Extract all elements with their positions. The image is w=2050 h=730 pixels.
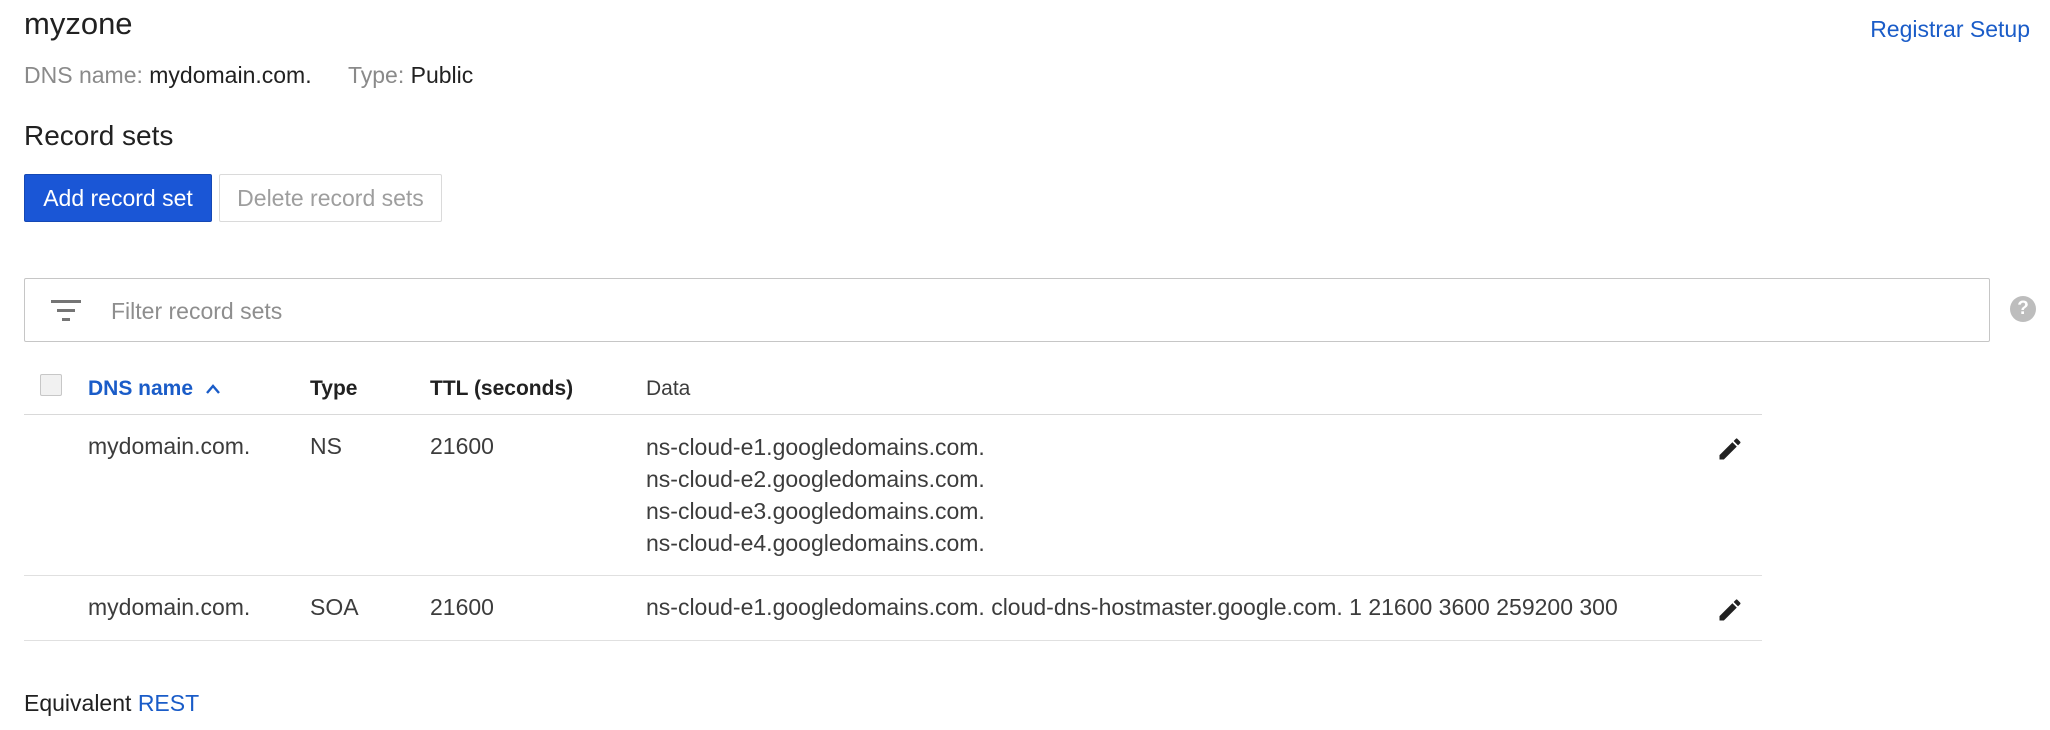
delete-record-sets-button[interactable]: Delete record sets [219, 174, 442, 222]
table-header: DNS name Type TTL (seconds) Data [24, 362, 1762, 415]
type-value: Public [410, 62, 474, 88]
cell-dns-name: mydomain.com. [88, 594, 251, 620]
cell-data: ns-cloud-e1.googledomains.com. ns-cloud-… [646, 431, 985, 559]
filter-list-icon [51, 300, 81, 321]
filter-input[interactable] [109, 289, 1913, 333]
edit-pencil-icon[interactable] [1716, 596, 1744, 624]
filter-bar[interactable] [24, 278, 1990, 342]
select-all-checkbox[interactable] [40, 374, 62, 396]
cell-ttl: 21600 [430, 433, 494, 459]
data-line: ns-cloud-e2.googledomains.com. [646, 466, 985, 492]
type-label: Type: [347, 62, 405, 88]
footer-prefix: Equivalent [24, 690, 132, 716]
cell-data: ns-cloud-e1.googledomains.com. cloud-dns… [646, 594, 1618, 620]
cell-dns-name: mydomain.com. [88, 433, 251, 459]
zone-meta: DNS name: mydomain.com. Type: Public [24, 62, 473, 89]
record-sets-heading: Record sets [24, 120, 174, 151]
sort-ascending-icon [205, 384, 220, 395]
data-line: ns-cloud-e1.googledomains.com. [646, 434, 985, 460]
cell-type: NS [310, 433, 342, 459]
column-header-data: Data [646, 377, 691, 400]
registrar-setup-link[interactable]: Registrar Setup [1870, 16, 2030, 43]
table-row[interactable]: mydomain.com. SOA 21600 ns-cloud-e1.goog… [24, 576, 1762, 641]
column-header-dns-name-label: DNS name [88, 377, 194, 400]
record-sets-table: DNS name Type TTL (seconds) Data mydomai… [24, 362, 1762, 641]
column-header-ttl[interactable]: TTL (seconds) [430, 377, 573, 401]
column-header-dns-name[interactable]: DNS name [88, 377, 221, 401]
add-record-set-button[interactable]: Add record set [24, 174, 212, 222]
edit-pencil-icon[interactable] [1716, 435, 1744, 463]
equivalent-rest-footer: Equivalent REST [24, 690, 199, 717]
help-circle-icon[interactable]: ? [2010, 296, 2036, 322]
dns-name-value: mydomain.com. [149, 62, 312, 88]
rest-link[interactable]: REST [138, 690, 199, 716]
data-line: ns-cloud-e3.googledomains.com. [646, 498, 985, 524]
dns-name-label: DNS name: [24, 62, 143, 88]
dns-zone-details-page: myzone Registrar Setup DNS name: mydomai… [0, 0, 2050, 730]
cell-ttl: 21600 [430, 594, 494, 620]
table-row[interactable]: mydomain.com. NS 21600 ns-cloud-e1.googl… [24, 415, 1762, 576]
data-line: ns-cloud-e4.googledomains.com. [646, 530, 985, 556]
page-title: myzone [24, 6, 133, 41]
column-header-type[interactable]: Type [310, 377, 357, 401]
cell-type: SOA [310, 594, 359, 620]
